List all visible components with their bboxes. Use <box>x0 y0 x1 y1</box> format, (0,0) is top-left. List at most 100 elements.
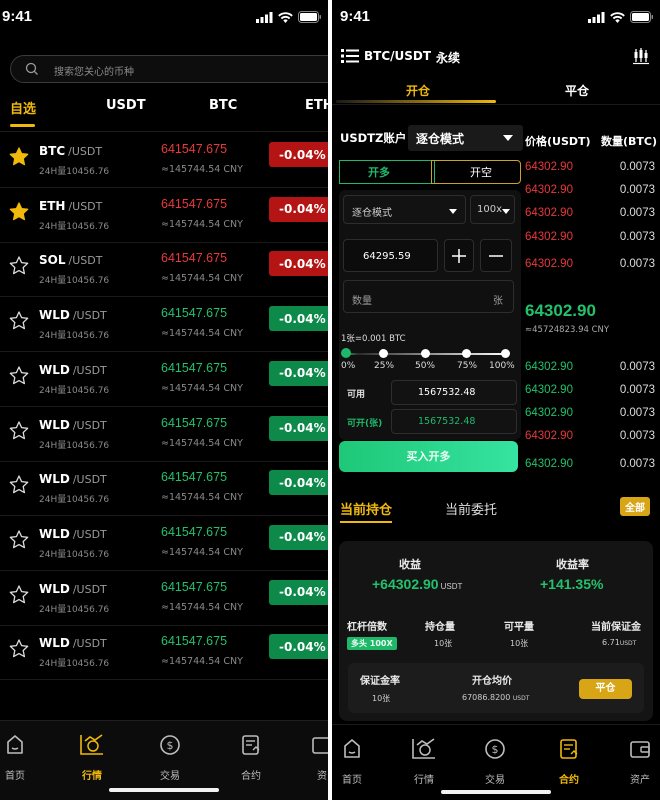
change-badge[interactable]: -0.04% <box>269 415 328 441</box>
coin-price-cny: ≈145744.54 CNY <box>161 164 243 175</box>
tab-close[interactable]: 平仓 <box>565 82 589 99</box>
bid-row[interactable]: 64302.90 0.0073 <box>525 407 655 425</box>
tab-usdt[interactable]: USDT <box>106 98 146 113</box>
change-badge[interactable]: -0.04% <box>269 196 328 222</box>
ask-qty: 0.0073 <box>619 184 655 196</box>
nav-contract-label: 合约 <box>241 771 261 782</box>
slider-stop-100[interactable] <box>501 349 510 358</box>
star-outline-icon[interactable] <box>9 475 29 498</box>
position-slider[interactable]: 0% 25% 50% 75% 100% <box>341 348 515 375</box>
order-mode-select[interactable]: 逐仓模式 <box>343 195 466 224</box>
star-outline-icon[interactable] <box>9 639 29 662</box>
coin-price: 641547.675 <box>161 360 228 375</box>
tab-open[interactable]: 开仓 <box>406 82 430 99</box>
avg-price-unit: USDT <box>512 695 530 702</box>
coin-row[interactable]: WLD/USDT 24H量10456.76 641547.675 ≈145744.54… <box>0 625 328 681</box>
star-outline-icon[interactable] <box>9 366 29 389</box>
nav-assets[interactable]: 资 <box>300 733 328 782</box>
nav-trade[interactable]: $ 交易 <box>148 733 192 782</box>
nav-home[interactable]: 首页 <box>332 737 374 786</box>
coin-row[interactable]: WLD/USDT 24H量10456.76 641547.675 ≈145744.54… <box>0 571 328 626</box>
change-badge[interactable]: -0.04% <box>269 251 328 277</box>
bid-qty: 0.0073 <box>619 407 655 419</box>
coin-price: 641547.675 <box>161 251 228 266</box>
open-short-button[interactable]: 开空 <box>431 160 521 184</box>
change-badge[interactable]: -0.04% <box>269 634 328 660</box>
contract-type: 永续 <box>436 51 461 65</box>
star-outline-icon[interactable] <box>9 584 29 608</box>
coin-price: 641547.675 <box>161 470 228 485</box>
ask-row[interactable]: 64302.90 0.0073 <box>525 231 655 249</box>
search-input[interactable]: 搜索您关心的币种 <box>54 63 134 78</box>
nav-home[interactable]: 首页 <box>0 733 37 782</box>
ask-row[interactable]: 64302.90 0.0073 <box>525 258 655 276</box>
coin-row[interactable]: WLD/USDT 24H量10456.76 641547.675 ≈145744.54… <box>0 407 328 462</box>
nav-contract[interactable]: 合约 <box>547 737 591 786</box>
nav-contract-label: 合约 <box>559 775 579 786</box>
all-button[interactable]: 全部 <box>620 497 650 516</box>
menu-icon[interactable] <box>341 49 359 63</box>
tab-orders[interactable]: 当前委托 <box>445 499 497 518</box>
candlestick-icon[interactable] <box>632 47 650 65</box>
tab-btc[interactable]: BTC <box>209 98 237 113</box>
star-filled-icon[interactable] <box>9 147 29 170</box>
nav-market[interactable]: 行情 <box>70 733 114 782</box>
change-badge[interactable]: -0.04% <box>269 524 328 550</box>
ask-row[interactable]: 64302.90 0.0073 <box>525 161 655 179</box>
star-outline-icon[interactable] <box>9 420 29 444</box>
openable-row: 可开(张) 1567532.48 <box>339 409 521 435</box>
coin-row[interactable]: WLD/USDT 24H量10456.76 641547.675 ≈145744.54… <box>0 297 328 353</box>
bid-row[interactable]: 64302.90 0.0073 <box>525 458 655 476</box>
position-subcard: 保证金率 10张 开仓均价 67086.8200 USDT 平仓 <box>348 663 644 713</box>
bid-row[interactable]: 64302.90 0.0073 <box>525 384 655 402</box>
bid-row[interactable]: 64302.90 0.0073 <box>525 361 655 379</box>
slider-thumb[interactable] <box>341 348 351 358</box>
coin-price-cny: ≈145744.54 CNY <box>161 437 243 449</box>
buy-open-long-button[interactable]: 买入开多 <box>339 441 518 472</box>
coin-row[interactable]: WLD/USDT 24H量10456.76 641547.675 ≈145744.54… <box>0 516 328 571</box>
margin-mode-select[interactable]: 逐仓模式 <box>408 125 523 151</box>
coin-row[interactable]: WLD/USDT 24H量10456.76 641547.675 ≈145744.54… <box>0 461 328 517</box>
tab-eth[interactable]: ETH <box>305 98 328 113</box>
coin-price: 641547.675 <box>161 196 228 211</box>
change-badge[interactable]: -0.04% <box>269 360 328 386</box>
leverage-select[interactable]: 100x <box>470 195 515 224</box>
tab-positions[interactable]: 当前持仓 <box>340 499 392 518</box>
ask-row[interactable]: 64302.90 0.0073 <box>525 184 655 202</box>
bid-row[interactable]: 64302.90 0.0073 <box>525 430 655 448</box>
nav-contract[interactable]: 合约 <box>229 733 273 782</box>
open-long-button[interactable]: 开多 <box>339 160 435 184</box>
star-outline-icon[interactable] <box>9 256 29 279</box>
decrement-button[interactable] <box>480 239 512 272</box>
close-position-button[interactable]: 平仓 <box>579 679 632 699</box>
search-bar[interactable]: 搜索您关心的币种 <box>10 55 328 83</box>
star-filled-icon[interactable] <box>9 202 29 225</box>
quantity-input[interactable]: 数量 张 <box>343 280 514 313</box>
coin-symbol: WLD/USDT <box>39 363 107 377</box>
pair-title[interactable]: BTC/USDT <box>364 49 431 63</box>
open-close-tabs: 开仓 平仓 <box>332 80 660 106</box>
coin-row[interactable]: WLD/USDT 24H量10456.76 641547.675 ≈145744.54… <box>0 352 328 407</box>
change-badge[interactable]: -0.04% <box>269 142 328 167</box>
increment-button[interactable] <box>444 239 474 272</box>
coin-row[interactable]: BTC/USDT 24H量10456.76 641547.675 ≈145744.54… <box>0 133 328 188</box>
nav-assets[interactable]: 资产 <box>618 737 660 786</box>
change-badge[interactable]: -0.04% <box>269 306 328 332</box>
star-outline-icon[interactable] <box>9 530 29 553</box>
slider-stop-25[interactable] <box>379 349 388 358</box>
slider-stop-50[interactable] <box>421 349 430 358</box>
nav-market[interactable]: 行情 <box>402 737 446 786</box>
available-value: 1567532.48 <box>391 380 517 405</box>
ask-row[interactable]: 64302.90 0.0073 <box>525 207 655 225</box>
coin-row[interactable]: ETH/USDT 24H量10456.76 641547.675 ≈145744.54… <box>0 188 328 243</box>
change-badge[interactable]: -0.04% <box>269 470 328 496</box>
star-outline-icon[interactable] <box>9 311 29 334</box>
nav-trade[interactable]: $ 交易 <box>473 737 517 786</box>
change-badge[interactable]: -0.04% <box>269 579 328 605</box>
coin-price-cny: ≈145744.54 CNY <box>161 656 243 668</box>
svg-text:$: $ <box>492 743 499 756</box>
tab-favorites[interactable]: 自选 <box>10 98 36 117</box>
price-input[interactable]: 64295.59 <box>343 239 438 272</box>
slider-stop-75[interactable] <box>462 349 471 358</box>
coin-row[interactable]: SOL/USDT 24H量10456.76 641547.675 ≈145744.54… <box>0 242 328 298</box>
